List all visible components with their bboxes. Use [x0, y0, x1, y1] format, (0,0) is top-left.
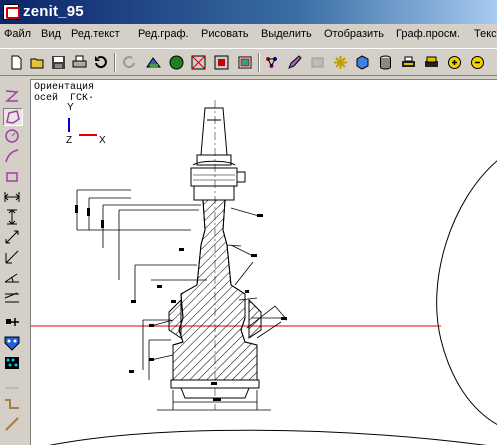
equal-angle-icon[interactable]: [3, 289, 23, 307]
menu-view[interactable]: Вид: [41, 28, 61, 40]
rectangle-icon[interactable]: [3, 169, 23, 187]
vertical-dimension-icon[interactable]: [3, 209, 23, 227]
open-icon[interactable]: [27, 52, 48, 73]
undo-icon[interactable]: [90, 52, 111, 73]
save-icon[interactable]: [48, 52, 69, 73]
app-window: zenit_95 Файл Вид Ред.текст Ред.граф. Ри…: [0, 0, 497, 445]
horizontal-dimension-icon[interactable]: [3, 189, 23, 207]
axis-z-label: Z: [66, 135, 73, 146]
drawing-canvas[interactable]: Ориентация осей ГСК· Y Z X: [30, 79, 497, 445]
star-cursor-icon[interactable]: [330, 52, 351, 73]
window-title: zenit_95: [23, 3, 84, 20]
polygon-icon[interactable]: [3, 108, 23, 126]
outer-arc-right: [436, 160, 497, 425]
angle-icon[interactable]: [3, 269, 23, 287]
menu-graph-view[interactable]: Граф.просм.: [396, 28, 460, 40]
edit-pen-icon[interactable]: [284, 52, 305, 73]
network-icon[interactable]: [261, 52, 282, 73]
sphere-icon[interactable]: [166, 52, 187, 73]
outer-arc-bottom: [48, 429, 488, 445]
blank-icon[interactable]: [307, 52, 328, 73]
printer-yellow-icon[interactable]: [421, 52, 442, 73]
print-icon[interactable]: [69, 52, 90, 73]
zoom-in-icon[interactable]: [444, 52, 465, 73]
arc-icon[interactable]: [3, 148, 23, 166]
app-icon[interactable]: [3, 4, 20, 20]
menu-bar: Файл Вид Ред.текст Ред.граф. Рисовать Вы…: [0, 24, 497, 46]
menu-draw[interactable]: Рисовать: [201, 28, 249, 40]
zoom-out-icon[interactable]: [467, 52, 488, 73]
slash-icon[interactable]: [3, 416, 23, 434]
grid-frame-red-icon[interactable]: [211, 52, 232, 73]
flange-lower: [193, 185, 235, 201]
left-tool-palette: [0, 84, 28, 445]
layers-icon[interactable]: [235, 52, 256, 73]
line-tool-icon[interactable]: [3, 376, 23, 394]
menu-edit-graphics[interactable]: Ред.граф.: [138, 28, 189, 40]
diagonal-dimension-icon[interactable]: [3, 229, 23, 247]
grid-frame-icon[interactable]: [188, 52, 209, 73]
flange-upper: [190, 167, 238, 187]
redo-icon[interactable]: [119, 52, 140, 73]
axis-x-label: X: [99, 135, 106, 146]
new-icon[interactable]: [6, 52, 27, 73]
cone-base: [196, 154, 232, 166]
menu-text[interactable]: Текст: [474, 28, 497, 40]
menu-edit-text[interactable]: Ред.текст: [71, 28, 120, 40]
plus-point-icon[interactable]: [3, 315, 23, 333]
corner-dimension-icon[interactable]: [3, 249, 23, 267]
main-toolbar: [0, 48, 497, 76]
cone-top: [200, 107, 228, 156]
title-bar[interactable]: zenit_95: [0, 0, 497, 24]
menu-display[interactable]: Отобразить: [324, 28, 384, 40]
menu-select[interactable]: Выделить: [261, 28, 312, 40]
dot-pattern-icon[interactable]: [3, 355, 23, 373]
box-cube-icon[interactable]: [352, 52, 373, 73]
cylinder-icon[interactable]: [375, 52, 396, 73]
step-icon[interactable]: [3, 396, 23, 414]
view-3d-icon[interactable]: [143, 52, 164, 73]
fill-pattern-icon[interactable]: [3, 335, 23, 353]
printer-color-icon[interactable]: [398, 52, 419, 73]
circle-icon[interactable]: [3, 128, 23, 146]
zigzag-icon[interactable]: [3, 88, 23, 106]
axis-y-label: Y: [67, 102, 74, 113]
menu-file[interactable]: Файл: [4, 28, 31, 40]
